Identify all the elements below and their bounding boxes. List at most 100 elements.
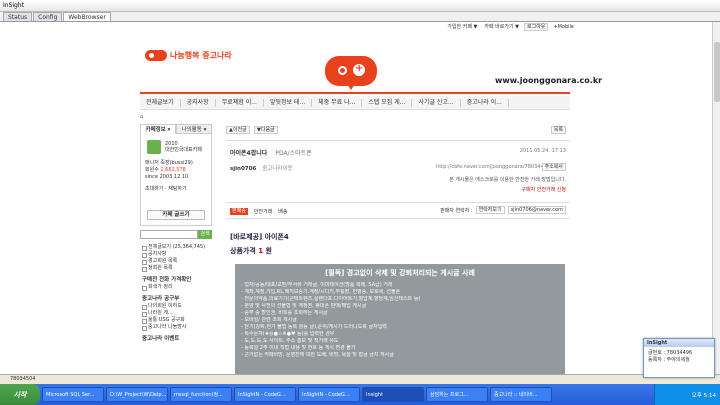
clock[interactable]: 오후 5:14 xyxy=(692,391,716,399)
taskbar-item[interactable]: mssql_function(정... xyxy=(170,387,232,402)
warning-box: [필독] 경고없이 삭제 및 강퇴처리되는 게시글 사례 - 업자/공동/대포/… xyxy=(235,264,565,374)
board-group2-2[interactable]: 나라원 게... xyxy=(140,310,212,317)
joined-cafes-link[interactable]: 가입한 카페 ▼ xyxy=(445,24,479,30)
taskbar-item[interactable]: Microsoft SQL Ser... xyxy=(42,387,104,402)
warning-item: - 특수문자(★◎●☆※●♥ 등)를 입력한 경우 xyxy=(241,331,335,337)
scrollbar-thumb[interactable] xyxy=(714,42,720,102)
site-url: www.joonggonara.co.kr xyxy=(495,76,603,85)
board-notice[interactable]: 공지사항 xyxy=(140,251,212,258)
chat-link[interactable]: 채팅하기 xyxy=(168,186,186,192)
warning-item: - 계좌,계정,가입,RL,해지보증기,계정/시디키,무통장, 헌혈증, 보호세… xyxy=(241,289,401,295)
warning-item: - 등록일 2주 이내 직접 내용 및 번호 등 게시 변경 불가 xyxy=(241,345,356,351)
menu-item-notice[interactable]: 공지사항 xyxy=(181,98,216,107)
start-button[interactable]: 시작 xyxy=(0,384,40,405)
menu-item-info[interactable]: 앞뒷정보 테... xyxy=(264,98,313,107)
invite-link[interactable]: 초대하기 xyxy=(145,186,163,192)
cafe-search: 검색 xyxy=(140,230,212,240)
escrow-notice: 본 게시물은 에스크로를 이용한 안전한 거래 방법입니다. xyxy=(449,177,566,183)
cafe-manager[interactable]: 매니저 죽장(bussi29) xyxy=(145,160,193,166)
article-area: ▲이전글 ▼다음글 목록 아이폰4팝니다 PDA/스마트폰 2011.05.24… xyxy=(226,126,570,374)
invite-chat-row: 초대하기 · 채팅하기 xyxy=(145,186,187,192)
member-count-label: 회원수 xyxy=(145,167,159,173)
cafe-shortcut-link[interactable]: 카페 바로가기 ▼ xyxy=(482,24,521,30)
board-group2-4[interactable]: 중고나라 나눔방사 xyxy=(140,324,212,331)
board-regular[interactable]: 정회원 목록 xyxy=(140,265,212,272)
tab-my-activity[interactable]: 나의활동 ▾ xyxy=(176,124,212,134)
menu-item-staff[interactable]: 스텝 모집 게... xyxy=(362,98,413,107)
header-divider xyxy=(140,92,570,94)
post-url[interactable]: http://cafe.naver.com/joonggonara/780344… xyxy=(436,164,550,170)
product-name-row: [바로제공] 아이폰4 xyxy=(230,232,289,242)
tab-webbrowser[interactable]: WebBrowser xyxy=(63,12,111,21)
home-strip: ⌂ xyxy=(140,112,570,122)
escrow-apply-link[interactable]: 구매자 안전거래 신청 xyxy=(521,186,566,193)
popup-author: 등록자 : 주야의세월 xyxy=(648,357,690,363)
price-row: 상품가격 1 원 xyxy=(230,246,272,256)
logo-text: 나눔행복 중고나라 xyxy=(170,51,232,60)
author-row: sjin0706 중고나라이웃 xyxy=(230,164,293,172)
safe-trade-label: 안전거래 xyxy=(253,208,273,215)
copy-url-button[interactable]: 주소복사 xyxy=(541,163,566,171)
product-name: 아이폰4 xyxy=(264,233,289,241)
member-count-row: 회원수 1,662,578 xyxy=(145,167,186,173)
status-id: 78034504 xyxy=(0,374,720,384)
board-group2-3[interactable]: 울통 USG 공구화 xyxy=(140,317,212,324)
cafe-search-input[interactable] xyxy=(140,230,198,239)
tab-cafe-info[interactable]: 카페정보 ▾ xyxy=(140,124,176,134)
cafe-label: 대한민국대표카페 xyxy=(165,147,202,153)
app-tabs: Status Config WebBrowser xyxy=(0,12,720,22)
board-group2-1[interactable]: 나의회원 이하도 xyxy=(140,303,212,310)
price-unit: 원 xyxy=(265,247,272,255)
cafe-grade-icon xyxy=(147,140,161,154)
menu-item-all[interactable]: 전체글보기 xyxy=(140,98,181,107)
board-price[interactable]: 회색가 정리 xyxy=(140,284,212,291)
author-id[interactable]: sjin0706 xyxy=(230,166,256,172)
menu-item-fraud-report[interactable]: 사기글 신고... xyxy=(412,98,461,107)
menu-item-weight[interactable]: 체중 무료 나... xyxy=(312,98,363,107)
tab-status[interactable]: Status xyxy=(3,12,33,21)
logo-mark-icon xyxy=(145,50,167,61)
main-menu: 전체글보기 공지사항 무료체험 이... 앞뒷정보 테... 체중 무료 나..… xyxy=(140,96,570,110)
mobile-link[interactable]: +Mobile xyxy=(551,24,576,30)
menu-item-free-trial[interactable]: 무료체험 이... xyxy=(216,98,264,107)
menu-item-event[interactable]: 중고나라 이... xyxy=(461,98,509,107)
logout-button[interactable]: 로그아웃 xyxy=(524,23,549,31)
taskbar-item[interactable]: D:\W_Project\W\Delp... xyxy=(106,387,168,402)
cafe-since: since 2003.12.10 xyxy=(145,174,189,180)
warning-item: - 전문의약품,의료기기(콘택트렌즈,실렌더포,다이어트기,혈압계,혈당계,임신… xyxy=(241,296,421,302)
app-window: InSight Status Config WebBrowser 가입한 카페 … xyxy=(0,0,720,405)
warning-item: - 업자/공동/대포/교환/무서류 거래글, 이미테이션(명품 복제, SA급)… xyxy=(241,282,393,288)
system-tray: 오후 5:14 xyxy=(654,384,720,405)
board-list: 전체글보기 (25,364,745) 공지사항 경고회원 목록 정회원 목록 구… xyxy=(140,244,212,343)
home-icon[interactable]: ⌂ xyxy=(140,114,143,120)
taskbar-item[interactable]: Insight xyxy=(362,387,424,402)
cafe-write-button[interactable]: 카페 글쓰기 xyxy=(147,210,205,220)
taskbar-item[interactable]: InSightN - CodeG... xyxy=(234,387,296,402)
list-button[interactable]: 목록 xyxy=(550,126,566,134)
notification-popup[interactable]: InSight 글번호 : 78034496 등록자 : 주야의세월 xyxy=(643,338,715,378)
cafe-logo[interactable]: 나눔행복 중고나라 xyxy=(145,50,232,61)
board-all[interactable]: 전체글보기 (25,364,745) xyxy=(140,244,212,251)
warning-item: - 닫기(강퇴,전기 불법 등록 활동 글),순위/게시가 드러나도록 글자입력 xyxy=(241,324,387,330)
prev-post-button[interactable]: ▲이전글 xyxy=(226,126,250,134)
price-label: 상품가격 xyxy=(230,247,256,255)
cafe-sidebar: 카페정보 ▾ 나의활동 ▾ 2010 대한민국대표카페 매니저 죽장(bussi… xyxy=(140,124,212,374)
next-post-button[interactable]: ▼다음글 xyxy=(254,126,278,134)
group2-head: 중고나라 공구부 xyxy=(142,296,180,302)
taskbar-item[interactable]: InSightN - CodeG... xyxy=(298,387,360,402)
bottom-head: 중고나라 이벤트 xyxy=(142,336,180,342)
taskbar-item[interactable]: 상담하는 프로그... xyxy=(426,387,488,402)
taskbar-item[interactable]: 중고나라 :: 네이버... xyxy=(490,387,552,402)
browser-scrollbar[interactable] xyxy=(712,22,720,374)
show-contact-button[interactable]: 연락처보기 xyxy=(475,206,505,214)
price-value: 1 xyxy=(258,247,264,255)
cafe-search-button[interactable]: 검색 xyxy=(198,230,212,239)
top-navigation: 가입한 카페 ▼ 카페 바로가기 ▼ 로그아웃 +Mobile xyxy=(0,22,576,32)
tab-config[interactable]: Config xyxy=(33,12,63,21)
status-badge: 판매중 xyxy=(230,207,248,215)
board-warning[interactable]: 경고회원 목록 xyxy=(140,258,212,265)
post-category[interactable]: PDA/스마트폰 xyxy=(275,150,311,157)
seller-contact: 판매자 연락처 : 연락처보기 sjin0706@naver.com xyxy=(440,206,566,214)
window-title: InSight xyxy=(3,2,25,9)
cafe-info-box: 2010 대한민국대표카페 매니저 죽장(bussi29) 회원수 1,662,… xyxy=(140,134,212,226)
